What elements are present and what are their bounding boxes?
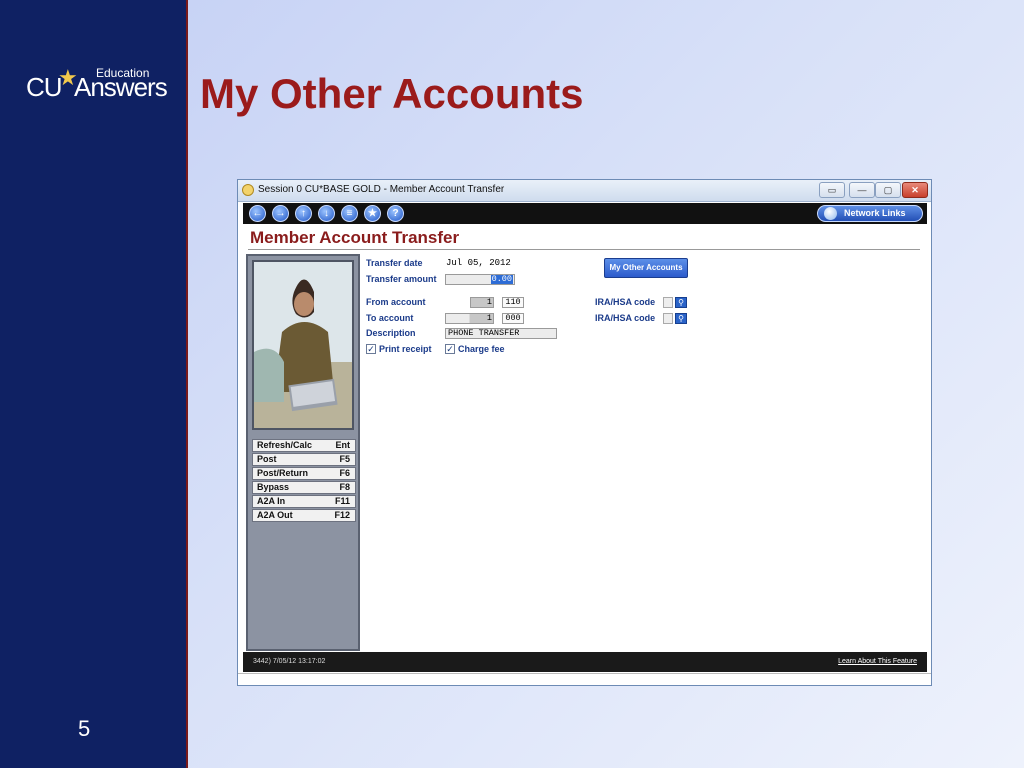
ira-hsa-code-input-to[interactable] — [663, 313, 673, 324]
window-title: Session 0 CU*BASE GOLD - Member Account … — [258, 184, 505, 195]
cu-answers-logo: Education CU ★ Answers — [26, 65, 168, 106]
status-bar: 3442) 7/05/12 13:17:02 Learn About This … — [243, 652, 927, 672]
person-with-laptop-image — [254, 262, 352, 428]
fkey-post-return[interactable]: Post/Return F6 — [252, 467, 356, 480]
description-input[interactable]: PHONE TRANSFER — [445, 328, 557, 339]
window-bottom-divider — [238, 673, 931, 674]
fkey-a2a-out[interactable]: A2A Out F12 — [252, 509, 356, 522]
to-account-label: To account — [366, 313, 414, 323]
minimize-button[interactable]: — — [849, 182, 875, 198]
ira-hsa-code-input-from[interactable] — [663, 297, 673, 308]
search-icon[interactable]: ⚲ — [675, 297, 687, 308]
ira-hsa-code-label-to: IRA/HSA code — [595, 313, 656, 323]
help-icon[interactable]: ? — [387, 205, 404, 222]
home-icon[interactable]: ≡ — [341, 205, 358, 222]
maximize-button[interactable]: ▢ — [875, 182, 901, 198]
transfer-amount-label: Transfer amount — [366, 274, 437, 284]
transfer-amount-input[interactable]: 0.00 — [445, 274, 515, 285]
window-titlebar: Session 0 CU*BASE GOLD - Member Account … — [238, 180, 931, 202]
description-label: Description — [366, 328, 416, 338]
screen-title: Member Account Transfer — [250, 228, 460, 247]
globe-icon — [824, 207, 837, 220]
from-account-suffix-input[interactable]: 110 — [502, 297, 524, 308]
navigation-toolbar: ← → ↑ ↓ ≡ ★ ? Network Links — [243, 203, 927, 224]
back-icon[interactable]: ← — [249, 205, 266, 222]
favorite-icon[interactable]: ★ — [364, 205, 381, 222]
close-button[interactable]: ✕ — [902, 182, 928, 198]
from-account-number-input[interactable]: 1 — [470, 297, 494, 308]
transfer-date-value: Jul 05, 2012 — [446, 258, 511, 268]
network-links-button[interactable]: Network Links — [817, 205, 923, 222]
logo-cu-text: CU — [26, 72, 63, 102]
fkey-a2a-in[interactable]: A2A In F11 — [252, 495, 356, 508]
print-receipt-checkbox[interactable]: ✓ — [366, 344, 376, 354]
to-account-suffix-input[interactable]: 000 — [502, 313, 524, 324]
from-account-label: From account — [366, 297, 426, 307]
transfer-date-label: Transfer date — [366, 258, 423, 268]
app-window: Session 0 CU*BASE GOLD - Member Account … — [237, 179, 932, 686]
app-icon — [242, 184, 254, 196]
transfer-amount-value: 0.00 — [490, 274, 513, 284]
title-divider — [248, 249, 920, 250]
fkey-refresh-calc[interactable]: Refresh/Calc Ent — [252, 439, 356, 452]
network-links-label: Network Links — [844, 208, 906, 218]
ira-hsa-code-label-from: IRA/HSA code — [595, 297, 656, 307]
forward-icon[interactable]: → — [272, 205, 289, 222]
down-icon[interactable]: ↓ — [318, 205, 335, 222]
learn-about-feature-link[interactable]: Learn About This Feature — [838, 658, 917, 665]
slide-number: 5 — [78, 716, 91, 741]
charge-fee-checkbox[interactable]: ✓ — [445, 344, 455, 354]
print-receipt-label: Print receipt — [379, 344, 432, 354]
slide-title: My Other Accounts — [200, 70, 584, 117]
fkey-bypass[interactable]: Bypass F8 — [252, 481, 356, 494]
function-key-list: Refresh/Calc Ent Post F5 Post/Return F6 Byp… — [252, 439, 356, 523]
logo-answers-text: Answers — [74, 72, 168, 102]
fkey-post[interactable]: Post F5 — [252, 453, 356, 466]
slide-side-band: Education CU ★ Answers 5 — [0, 0, 188, 768]
restore-session-icon[interactable]: ▭ — [819, 182, 845, 198]
status-session-info: 3442) 7/05/12 13:17:02 — [253, 658, 326, 665]
my-other-accounts-button[interactable]: My Other Accounts — [604, 258, 688, 278]
left-panel: Refresh/Calc Ent Post F5 Post/Return F6 Byp… — [246, 254, 360, 651]
search-icon[interactable]: ⚲ — [675, 313, 687, 324]
member-photo — [252, 260, 354, 430]
to-account-number-input[interactable]: 1 — [445, 313, 494, 324]
charge-fee-label: Charge fee — [458, 344, 505, 354]
up-icon[interactable]: ↑ — [295, 205, 312, 222]
